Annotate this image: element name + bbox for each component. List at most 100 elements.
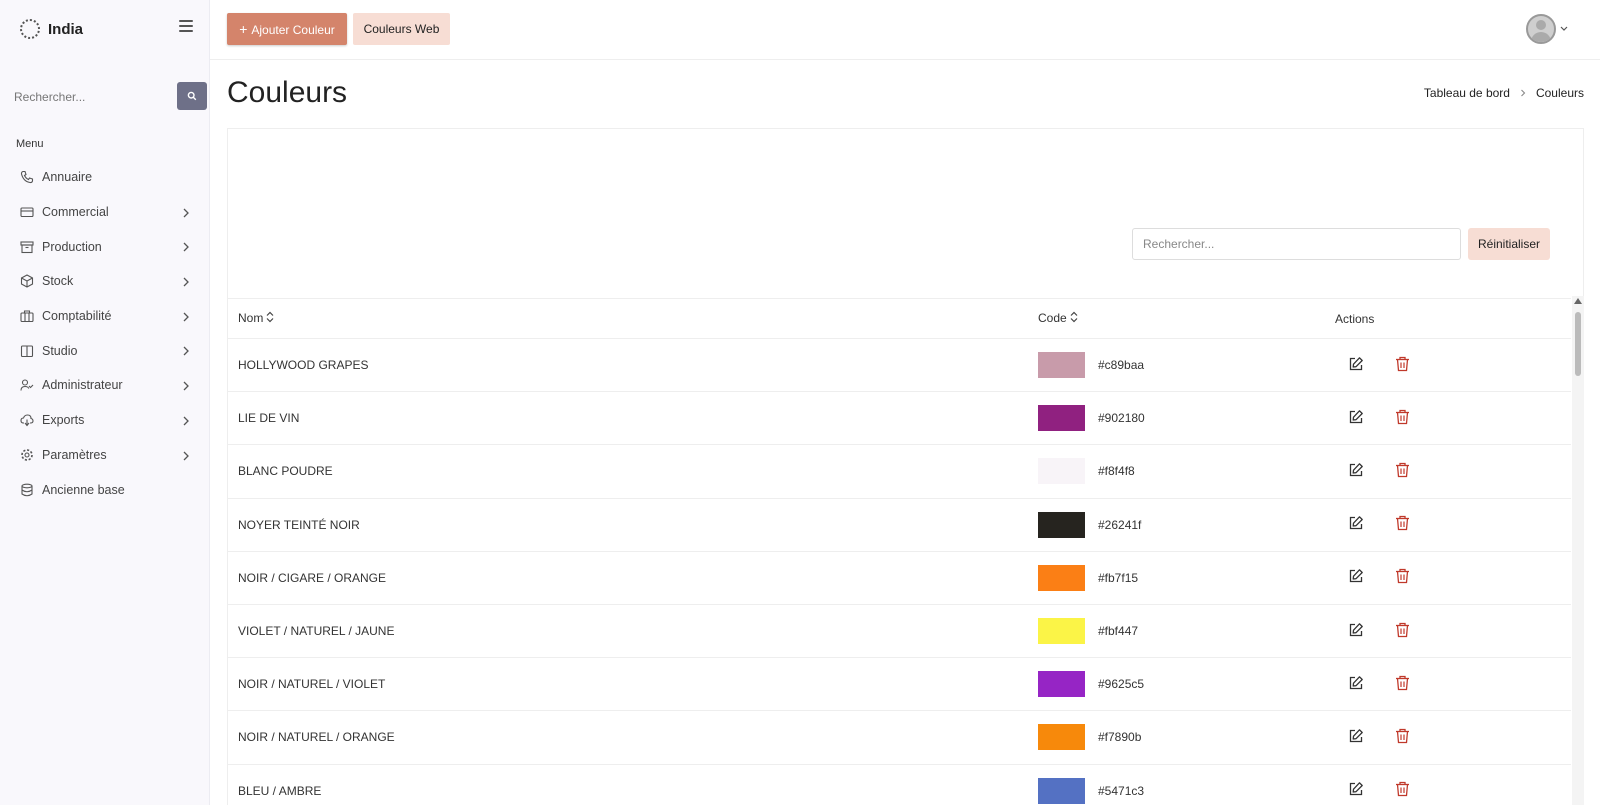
code-cell: #26241f (1038, 511, 1325, 538)
edit-button[interactable] (1345, 407, 1367, 429)
sidebar-item-comptabilite[interactable]: Comptabilité (0, 299, 210, 334)
cell-code: #f7890b (1028, 710, 1325, 765)
reset-button[interactable]: Réinitialiser (1468, 228, 1550, 260)
sidebar-item-exports[interactable]: Exports (0, 403, 210, 438)
color-code: #c89baa (1098, 358, 1145, 373)
edit-button[interactable] (1345, 460, 1367, 482)
code-cell: #fb7f15 (1038, 564, 1325, 591)
colors-table: Nom Code Actions HOLLYWOOD GRAPES #c89baa… (228, 298, 1571, 805)
table-scrollbar[interactable] (1572, 296, 1584, 805)
logo-icon (20, 19, 40, 39)
sidebar-item-commercial[interactable]: Commercial (0, 195, 210, 230)
cell-nom: BLEU / AMBRE (228, 764, 1028, 805)
table-row: NOYER TEINTÉ NOIR #26241f (228, 498, 1571, 552)
edit-button[interactable] (1345, 567, 1367, 589)
delete-button[interactable] (1391, 780, 1413, 802)
cell-actions (1325, 657, 1571, 712)
chevron-right-icon (182, 241, 190, 255)
color-swatch (1038, 458, 1085, 485)
color-swatch (1038, 511, 1085, 538)
chevron-right-icon (182, 311, 190, 325)
breadcrumb-dashboard-link[interactable]: Tableau de bord (1424, 86, 1510, 100)
sidebar-item-label: Studio (42, 343, 78, 358)
sidebar-item-administrateur[interactable]: Administrateur (0, 368, 210, 403)
book-icon (20, 344, 34, 358)
table-row: NOIR / NATUREL / ORANGE #f7890b (228, 710, 1571, 765)
trash-icon (1395, 409, 1410, 428)
cell-code: #26241f (1028, 498, 1325, 552)
sidebar-search-input[interactable] (8, 82, 177, 111)
add-color-label: Ajouter Couleur (251, 23, 335, 37)
color-code: #902180 (1098, 411, 1145, 426)
table-search-input[interactable] (1132, 228, 1461, 260)
trash-icon (1395, 568, 1410, 587)
column-header-code[interactable]: Code (1028, 298, 1325, 339)
box-icon (20, 274, 34, 289)
table-row: BLANC POUDRE #f8f4f8 (228, 444, 1571, 499)
menu-title: Menu (16, 138, 44, 150)
delete-button[interactable] (1391, 726, 1413, 748)
row-actions (1335, 780, 1571, 802)
sidebar-search (8, 82, 207, 111)
cell-nom: NOIR / NATUREL / ORANGE (228, 710, 1028, 765)
sidebar-item-production[interactable]: Production (0, 229, 210, 264)
code-cell: #fbf447 (1038, 618, 1325, 645)
edit-button[interactable] (1345, 514, 1367, 536)
color-swatch (1038, 724, 1085, 751)
sidebar-menu: Annuaire Commercial Production Stock Com… (0, 160, 210, 507)
color-code: #fbf447 (1098, 624, 1139, 639)
edit-icon (1348, 675, 1364, 694)
sidebar-item-studio[interactable]: Studio (0, 333, 210, 368)
delete-button[interactable] (1391, 460, 1413, 482)
edit-icon (1348, 515, 1364, 534)
chevron-right-icon (182, 207, 190, 221)
user-menu[interactable] (1526, 14, 1568, 44)
sidebar-item-label: Stock (42, 274, 74, 289)
sidebar-search-button[interactable] (177, 82, 207, 110)
brand: India (0, 0, 209, 58)
sidebar-item-ancienne-base[interactable]: Ancienne base (0, 472, 210, 507)
chevron-right-icon (182, 415, 190, 429)
page-title: Couleurs (227, 76, 348, 109)
delete-button[interactable] (1391, 673, 1413, 695)
sidebar-item-label: Annuaire (42, 170, 93, 185)
edit-button[interactable] (1345, 673, 1367, 695)
color-swatch (1038, 777, 1085, 804)
sidebar-item-label: Production (42, 239, 102, 254)
delete-button[interactable] (1391, 567, 1413, 589)
cell-nom: VIOLET / NATUREL / JAUNE (228, 604, 1028, 659)
credit-card-icon (20, 205, 34, 219)
web-colors-button[interactable]: Couleurs Web (353, 13, 450, 45)
table-row: NOIR / CIGARE / ORANGE #fb7f15 (228, 551, 1571, 605)
color-code: #9625c5 (1098, 677, 1145, 692)
delete-button[interactable] (1391, 514, 1413, 536)
plus-icon: + (239, 21, 248, 37)
sidebar-item-parametres[interactable]: Paramètres (0, 438, 210, 473)
cell-nom: HOLLYWOOD GRAPES (228, 338, 1028, 393)
row-actions (1335, 620, 1571, 642)
cell-code: #c89baa (1028, 338, 1325, 393)
scroll-up-arrow-icon[interactable] (1574, 298, 1582, 304)
edit-button[interactable] (1345, 354, 1367, 376)
chevron-right-icon (182, 450, 190, 464)
sidebar-item-stock[interactable]: Stock (0, 264, 210, 299)
delete-button[interactable] (1391, 354, 1413, 376)
edit-button[interactable] (1345, 620, 1367, 642)
edit-button[interactable] (1345, 726, 1367, 748)
column-label: Code (1038, 310, 1067, 325)
color-swatch (1038, 352, 1085, 379)
cell-actions (1325, 764, 1571, 805)
add-color-button[interactable]: + Ajouter Couleur (227, 13, 347, 45)
hamburger-menu-icon[interactable] (179, 20, 193, 32)
edit-icon (1348, 409, 1364, 428)
sidebar-item-annuaire[interactable]: Annuaire (0, 160, 210, 195)
delete-button[interactable] (1391, 620, 1413, 642)
delete-button[interactable] (1391, 407, 1413, 429)
scroll-thumb[interactable] (1575, 312, 1581, 376)
edit-button[interactable] (1345, 780, 1367, 802)
trash-icon (1395, 356, 1410, 375)
color-swatch (1038, 618, 1085, 645)
column-header-nom[interactable]: Nom (228, 298, 1028, 339)
sidebar: India Menu Annuaire Commercial Productio… (0, 0, 210, 805)
cell-code: #5471c3 (1028, 764, 1325, 805)
